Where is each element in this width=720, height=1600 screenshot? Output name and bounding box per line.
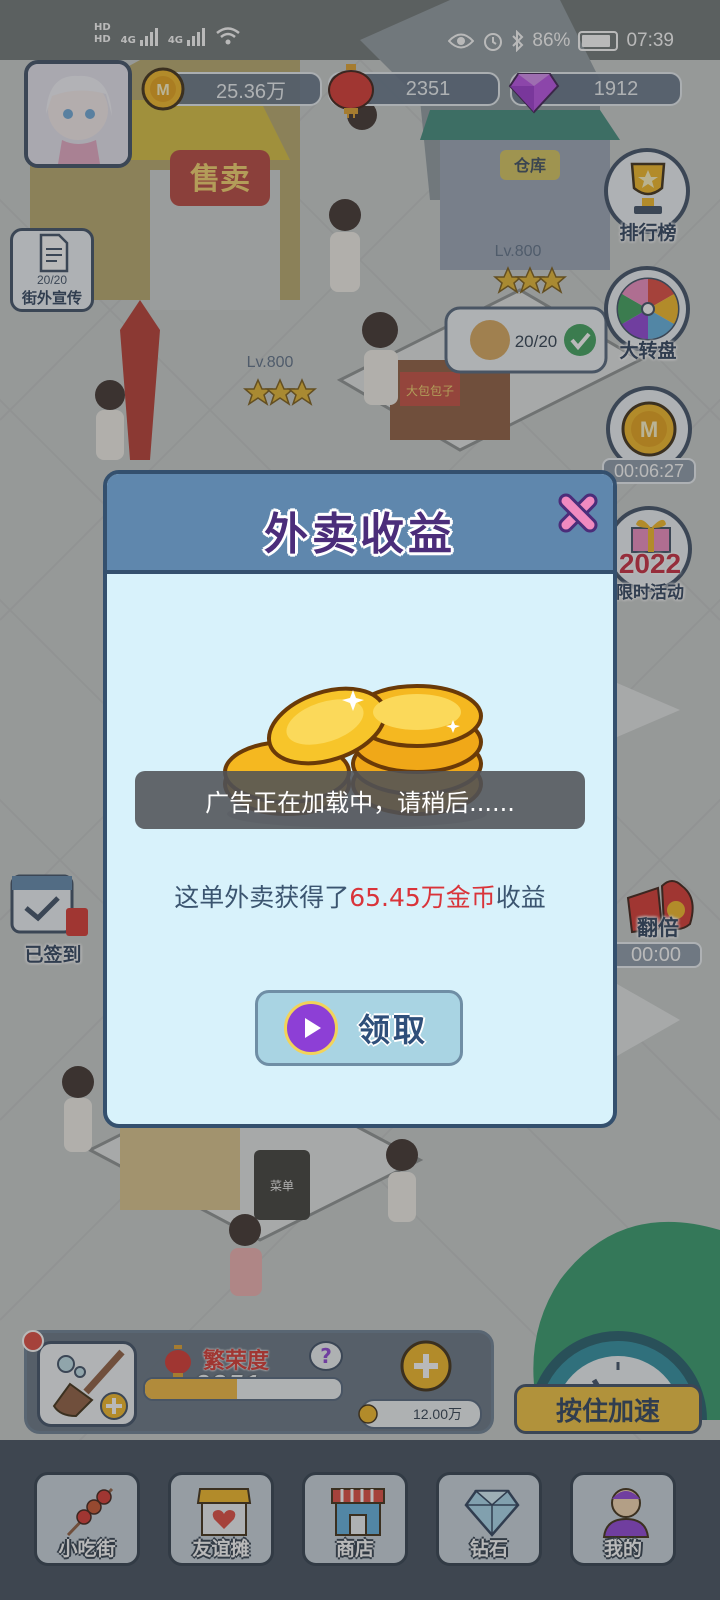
dialog-title: 外卖收益 (264, 509, 456, 560)
claim-button[interactable]: 领取 (255, 990, 463, 1066)
ad-loading-toast: 广告正在加载中，请稍后...... (135, 771, 585, 829)
close-icon[interactable] (553, 488, 603, 538)
play-video-icon (284, 1001, 338, 1055)
claim-label: 领取 (358, 1011, 429, 1049)
earnings-message: 这单外卖获得了65.45万金币收益 (174, 883, 546, 912)
earnings-amount: 65.45万金币 (349, 883, 496, 912)
dialog-header: 外卖收益 (107, 474, 613, 574)
